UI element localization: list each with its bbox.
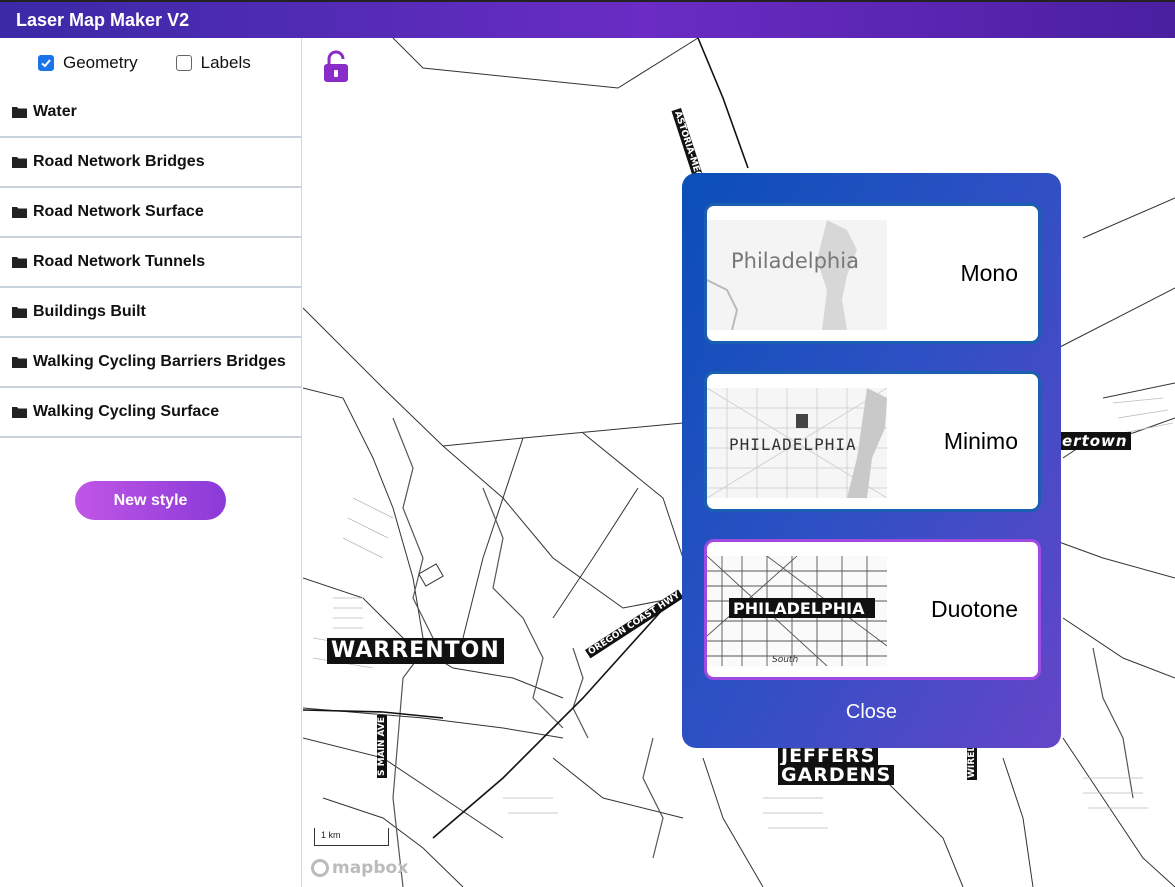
- place-label-jeffers: JEFFERS: [778, 746, 879, 766]
- check-icon: [41, 59, 51, 68]
- unlock-icon[interactable]: [319, 50, 353, 84]
- labels-label: Labels: [200, 53, 251, 72]
- layer-label: Water: [33, 103, 77, 120]
- sidebar: Geometry Labels Water Road Network Bridg…: [0, 38, 302, 887]
- scale-bar: 1 km: [314, 828, 389, 846]
- layer-buildings-built[interactable]: Buildings Built: [0, 288, 301, 338]
- duotone-thumb-text: PHILADELPHIA: [733, 599, 865, 618]
- layer-road-network-surface[interactable]: Road Network Surface: [0, 188, 301, 238]
- layer-road-network-bridges[interactable]: Road Network Bridges: [0, 138, 301, 188]
- duotone-thumbnail: PHILADELPHIA South: [707, 556, 887, 666]
- layer-label: Road Network Surface: [33, 203, 204, 220]
- layer-label: Walking Cycling Surface: [33, 403, 220, 420]
- place-label-warrenton: WARRENTON: [327, 638, 504, 664]
- style-picker-modal: Philadelphia Mono PHILADELPHIA Minimo PH…: [682, 173, 1061, 748]
- geometry-checkbox[interactable]: [38, 55, 54, 71]
- style-name-mono: Mono: [960, 260, 1018, 286]
- layer-label: Road Network Tunnels: [33, 253, 206, 270]
- road-label-s-main: S MAIN AVE: [377, 714, 387, 778]
- labels-toggle[interactable]: Labels: [175, 53, 251, 73]
- labels-checkbox[interactable]: [175, 55, 192, 71]
- layer-walking-cycling-surface[interactable]: Walking Cycling Surface: [0, 388, 301, 438]
- geometry-label: Geometry: [63, 53, 138, 72]
- folder-icon: [12, 307, 27, 318]
- layer-label: Walking Cycling Barriers Bridges: [33, 353, 286, 370]
- folder-icon: [12, 407, 27, 418]
- folder-icon: [12, 107, 27, 118]
- app-title: Laser Map Maker V2: [16, 10, 190, 30]
- folder-icon: [12, 257, 27, 268]
- app-title-bar: Laser Map Maker V2: [0, 0, 1175, 38]
- mono-thumb-text: Philadelphia: [731, 249, 859, 273]
- style-name-duotone: Duotone: [931, 596, 1018, 622]
- folder-icon: [12, 207, 27, 218]
- layer-label: Buildings Built: [33, 303, 146, 320]
- minimo-thumb-text: PHILADELPHIA: [729, 435, 857, 454]
- close-button[interactable]: Close: [682, 701, 1061, 724]
- style-option-minimo[interactable]: PHILADELPHIA Minimo: [704, 371, 1041, 512]
- style-option-mono[interactable]: Philadelphia Mono: [704, 203, 1041, 344]
- place-label-gardens: GARDENS: [778, 765, 895, 785]
- scale-label: 1 km: [321, 830, 341, 840]
- layer-walking-cycling-barriers-bridges[interactable]: Walking Cycling Barriers Bridges: [0, 338, 301, 388]
- place-label-town: ertown: [1059, 432, 1131, 450]
- geometry-toggle[interactable]: Geometry: [38, 53, 138, 73]
- mono-thumbnail: Philadelphia: [707, 220, 887, 330]
- mapbox-logo-icon: [311, 859, 329, 877]
- layer-label: Road Network Bridges: [33, 153, 205, 170]
- road-label-wireless: WIREL: [967, 743, 977, 780]
- new-style-button[interactable]: New style: [75, 481, 226, 520]
- minimo-thumbnail: PHILADELPHIA: [707, 388, 887, 498]
- duotone-thumb-sub: South: [772, 655, 798, 665]
- mapbox-text: mapbox: [332, 858, 409, 878]
- layer-toggles: Geometry Labels: [0, 38, 301, 88]
- layer-road-network-tunnels[interactable]: Road Network Tunnels: [0, 238, 301, 288]
- mapbox-attribution[interactable]: mapbox: [311, 858, 408, 878]
- folder-icon: [12, 157, 27, 168]
- style-name-minimo: Minimo: [943, 428, 1018, 454]
- folder-icon: [12, 357, 27, 368]
- style-option-duotone[interactable]: PHILADELPHIA South Duotone: [704, 539, 1041, 680]
- layer-water[interactable]: Water: [0, 88, 301, 138]
